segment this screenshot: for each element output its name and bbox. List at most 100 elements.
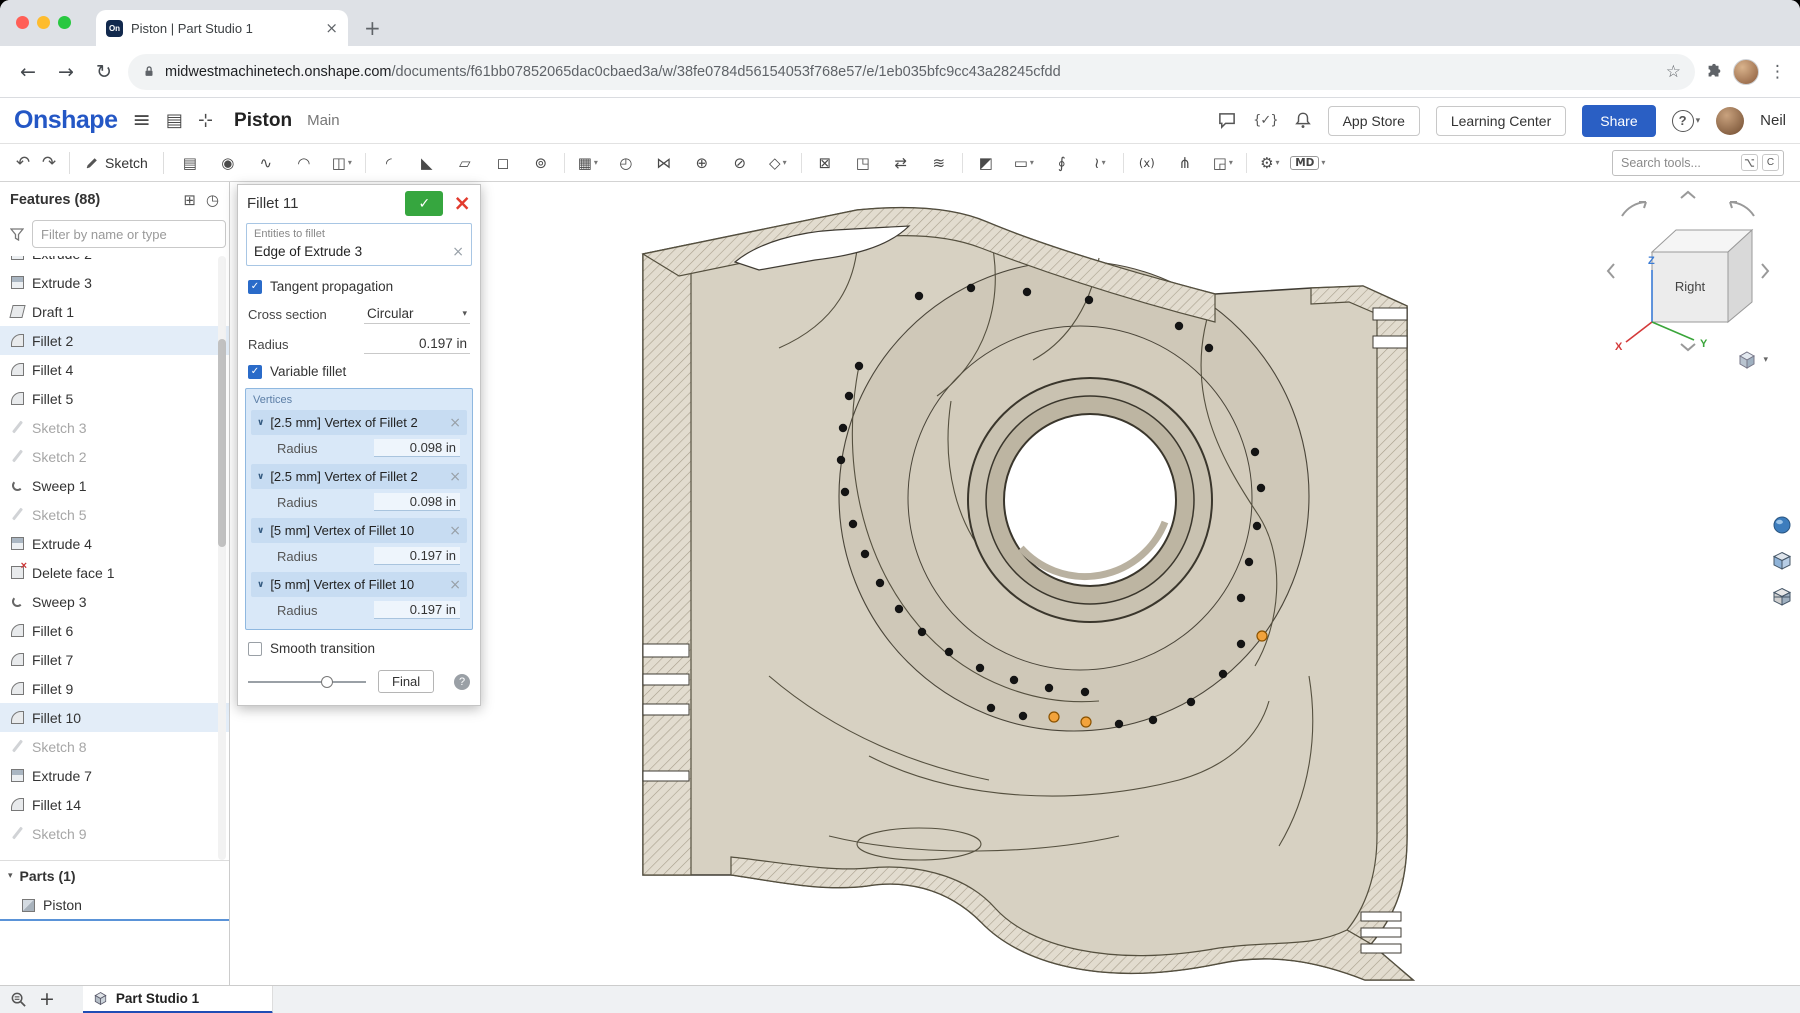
- section-view-icon[interactable]: [1769, 584, 1795, 610]
- fillet-vertex-dot[interactable]: [1187, 698, 1195, 706]
- feature-item[interactable]: Extrude 7: [0, 761, 229, 790]
- vertex-radius-input[interactable]: 0.098 in: [374, 493, 460, 511]
- smooth-transition-row[interactable]: Smooth transition: [238, 636, 480, 661]
- delete-face-icon[interactable]: ⊠ ▾: [806, 149, 844, 177]
- tangent-propagation-checkbox[interactable]: ✓: [248, 280, 262, 294]
- cancel-button[interactable]: ×: [453, 193, 471, 214]
- feature-item[interactable]: Sweep 3: [0, 587, 229, 616]
- fillet-vertex-dot[interactable]: [1085, 296, 1093, 304]
- fillet-vertex-dot[interactable]: [976, 664, 984, 672]
- fillet-vertex-dot[interactable]: [876, 579, 884, 587]
- view-cube[interactable]: Right Z X Y: [1602, 190, 1774, 352]
- feature-item[interactable]: Fillet 4: [0, 355, 229, 384]
- view-options-button[interactable]: ▾: [1737, 350, 1768, 370]
- forward-button[interactable]: →: [52, 61, 80, 83]
- browser-profile-avatar[interactable]: [1733, 59, 1759, 85]
- loft-icon[interactable]: ◠ ▾: [285, 149, 323, 177]
- fillet-vertex-dot[interactable]: [855, 362, 863, 370]
- linear-pattern-icon[interactable]: ▦ ▾: [569, 149, 607, 177]
- user-avatar[interactable]: [1716, 107, 1744, 135]
- fillet-vertex-dot[interactable]: [895, 605, 903, 613]
- chevron-down-icon[interactable]: ∨: [257, 472, 264, 482]
- user-name[interactable]: Neil: [1760, 112, 1786, 129]
- fillet-vertex-dot[interactable]: [987, 704, 995, 712]
- document-panel-icon[interactable]: ▤: [166, 110, 183, 131]
- bookmark-star-icon[interactable]: ☆: [1666, 62, 1681, 82]
- fillet-vertex-dot[interactable]: [1257, 484, 1265, 492]
- help-button[interactable]: ?: [1672, 110, 1694, 132]
- feature-item[interactable]: Extrude 4: [0, 529, 229, 558]
- custom-feature-icon[interactable]: ⋔ ▾: [1166, 149, 1204, 177]
- feature-item[interactable]: Extrude 3: [0, 268, 229, 297]
- vertex-row[interactable]: ∨ [2.5 mm] Vertex of Fillet 2 ×: [251, 464, 467, 489]
- browser-menu-icon[interactable]: ⋮: [1769, 62, 1786, 82]
- fillet-vertex-dot[interactable]: [1237, 594, 1245, 602]
- selected-vertex-dot[interactable]: [1257, 631, 1267, 641]
- units-button[interactable]: MD ▾: [1289, 149, 1327, 177]
- fillet-vertex-dot[interactable]: [839, 424, 847, 432]
- fillet-vertex-dot[interactable]: [1010, 676, 1018, 684]
- feature-item[interactable]: Extrude 2: [0, 256, 229, 268]
- variable-fillet-checkbox[interactable]: ✓: [248, 365, 262, 379]
- view-cube-face-label[interactable]: Right: [1675, 279, 1706, 294]
- preview-slider-handle[interactable]: [321, 676, 333, 688]
- fillet-vertex-dot[interactable]: [841, 488, 849, 496]
- fillet-vertex-dot[interactable]: [1115, 720, 1123, 728]
- fillet-vertex-dot[interactable]: [1219, 670, 1227, 678]
- search-tabs-icon[interactable]: [10, 991, 27, 1008]
- history-icon[interactable]: ◷: [206, 191, 219, 209]
- radius-input[interactable]: 0.197 in: [364, 334, 470, 354]
- feature-item[interactable]: Fillet 9: [0, 674, 229, 703]
- vertex-row[interactable]: ∨ [5 mm] Vertex of Fillet 10 ×: [251, 518, 467, 543]
- chevron-down-icon[interactable]: ∨: [257, 418, 264, 428]
- named-views-icon[interactable]: [1769, 548, 1795, 574]
- parts-header[interactable]: ▾ Parts (1): [0, 861, 229, 891]
- feature-item[interactable]: Sketch 8: [0, 732, 229, 761]
- fillet-vertex-dot[interactable]: [915, 292, 923, 300]
- fillet-vertex-dot[interactable]: [1245, 558, 1253, 566]
- preview-slider[interactable]: [248, 675, 366, 689]
- remove-vertex-icon[interactable]: ×: [449, 578, 461, 592]
- fillet-vertex-dot[interactable]: [845, 392, 853, 400]
- pin-bore[interactable]: [968, 378, 1212, 622]
- window-close-button[interactable]: [16, 16, 29, 29]
- notifications-bell-icon[interactable]: [1294, 111, 1312, 130]
- window-minimize-button[interactable]: [37, 16, 50, 29]
- insert-item-icon[interactable]: ⊞: [183, 191, 196, 209]
- onshape-logo[interactable]: Onshape: [14, 106, 117, 135]
- feature-filter-input[interactable]: [32, 220, 226, 248]
- fillet-vertex-dot[interactable]: [1237, 640, 1245, 648]
- fillet-vertex-dot[interactable]: [861, 550, 869, 558]
- parts-collapse-icon[interactable]: ▾: [8, 871, 13, 881]
- selected-vertex-dot[interactable]: [1049, 712, 1059, 722]
- mirror-icon[interactable]: ⋈ ▾: [645, 149, 683, 177]
- appearance-sphere-icon[interactable]: [1769, 512, 1795, 538]
- hole-icon[interactable]: ⊚ ▾: [522, 149, 560, 177]
- feature-item[interactable]: Sketch 5: [0, 500, 229, 529]
- fillet-vertex-dot[interactable]: [945, 648, 953, 656]
- reload-button[interactable]: ↻: [90, 61, 118, 83]
- smooth-transition-checkbox[interactable]: [248, 642, 262, 656]
- feature-item[interactable]: Fillet 6: [0, 616, 229, 645]
- plane-icon[interactable]: ▭ ▾: [1005, 149, 1043, 177]
- final-button[interactable]: Final: [378, 670, 434, 693]
- feature-item[interactable]: Fillet 7: [0, 645, 229, 674]
- vertex-radius-input[interactable]: 0.197 in: [374, 547, 460, 565]
- remove-vertex-icon[interactable]: ×: [449, 416, 461, 430]
- add-element-button[interactable]: +: [39, 990, 55, 1009]
- fillet-vertex-dot[interactable]: [849, 520, 857, 528]
- feature-item[interactable]: Draft 1: [0, 297, 229, 326]
- fillet-vertex-dot[interactable]: [967, 284, 975, 292]
- chamfer-icon[interactable]: ◣ ▾: [408, 149, 446, 177]
- part-item[interactable]: Piston: [0, 891, 229, 919]
- fillet-vertex-dot[interactable]: [1149, 716, 1157, 724]
- tool-search-input[interactable]: [1621, 156, 1737, 170]
- helix-icon[interactable]: ∮ ▾: [1043, 149, 1081, 177]
- feature-item[interactable]: Sketch 3: [0, 413, 229, 442]
- feature-item[interactable]: Fillet 2: [0, 326, 229, 355]
- chevron-down-icon[interactable]: ∨: [257, 580, 264, 590]
- extrude-icon[interactable]: ▤ ▾: [171, 149, 209, 177]
- piston-model[interactable]: [619, 196, 1429, 986]
- insert-element-icon[interactable]: ⊹: [198, 110, 213, 131]
- redo-icon[interactable]: ↷: [36, 153, 62, 173]
